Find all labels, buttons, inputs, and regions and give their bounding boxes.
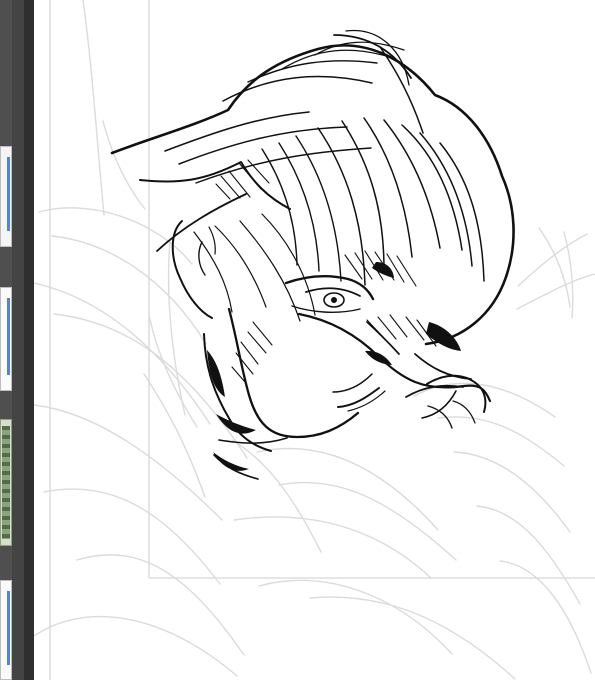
page-thumbnail-2[interactable] <box>0 287 12 391</box>
page-thumbnail-1[interactable] <box>0 146 12 247</box>
artwork-canvas <box>34 0 595 680</box>
page-thumbnail-3[interactable] <box>0 419 12 546</box>
drawing-canvas[interactable] <box>34 0 595 680</box>
drawing-app-window <box>0 0 595 680</box>
page-thumbnail-4[interactable] <box>0 580 12 680</box>
page-thumbnail-strip <box>0 0 35 680</box>
